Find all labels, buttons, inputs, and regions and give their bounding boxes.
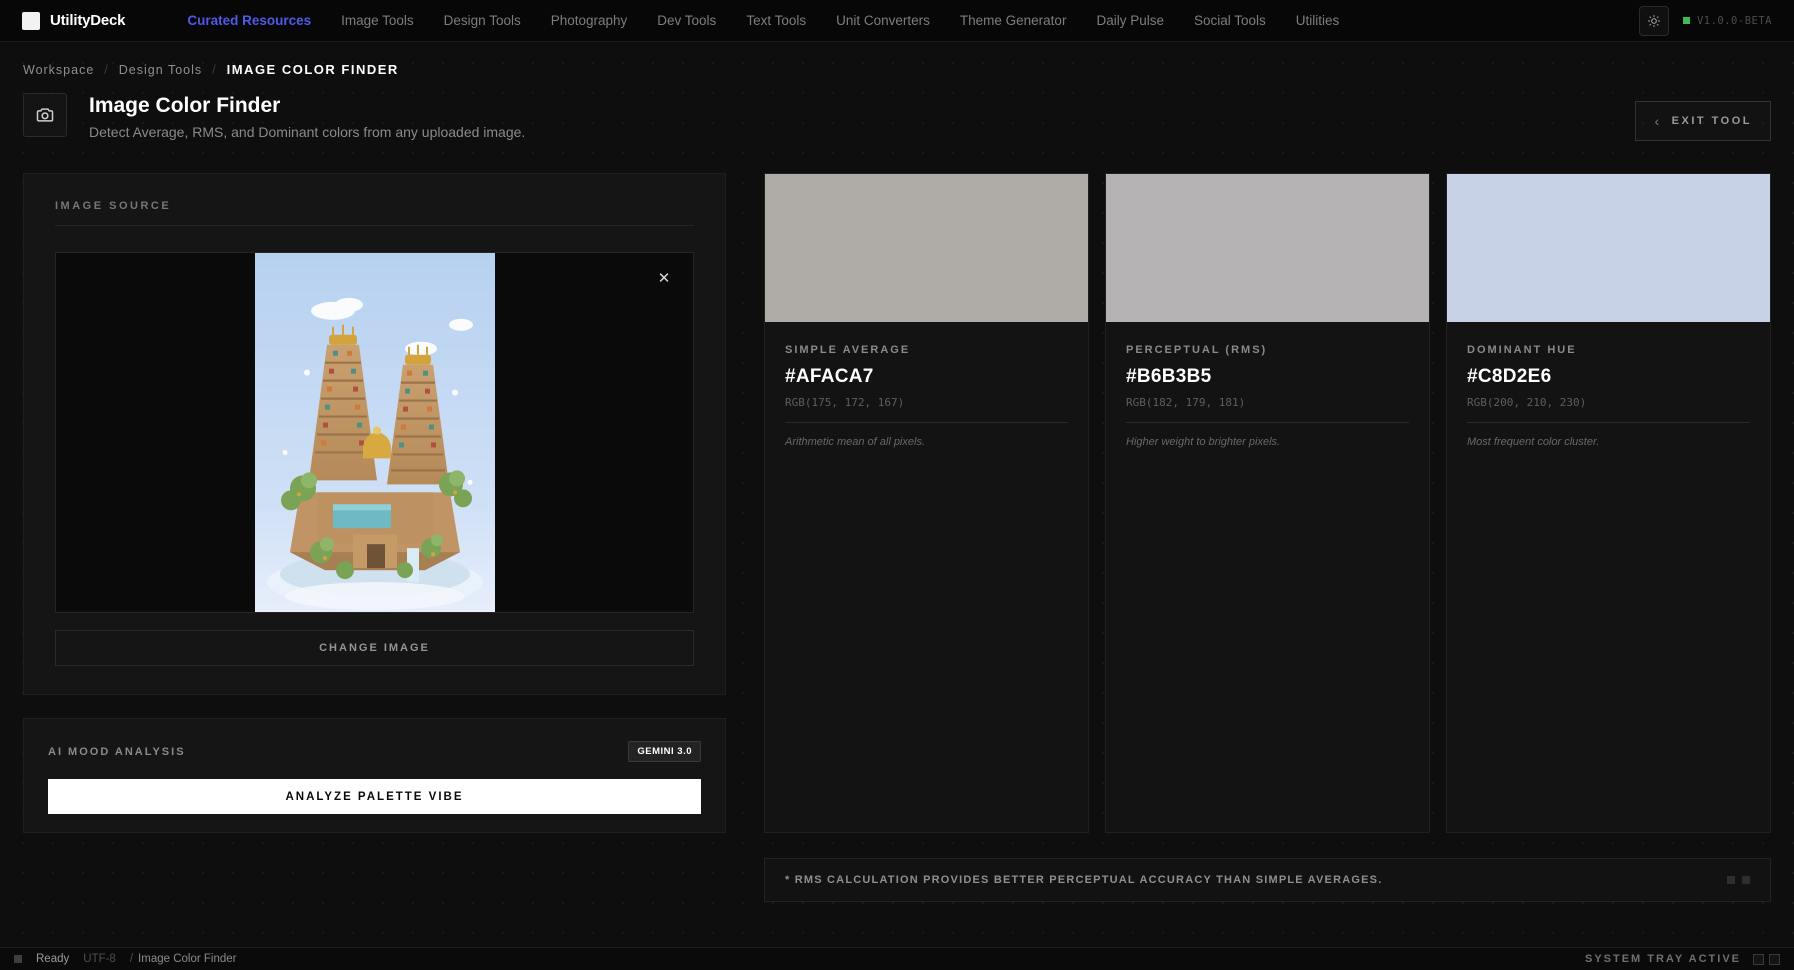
gemini-badge: GEMINI 3.0 <box>628 741 701 762</box>
nav-item-utilities[interactable]: Utilities <box>1296 13 1340 28</box>
rgb-value: RGB(182, 179, 181) <box>1126 396 1409 423</box>
sun-icon <box>1647 14 1661 28</box>
tray-icons[interactable] <box>1753 954 1780 965</box>
ai-mood-panel: AI MOOD ANALYSIS GEMINI 3.0 ANALYZE PALE… <box>23 718 726 833</box>
nav-item-design-tools[interactable]: Design Tools <box>444 13 521 28</box>
page-subtitle: Detect Average, RMS, and Dominant colors… <box>89 124 525 140</box>
change-image-button[interactable]: CHANGE IMAGE <box>55 630 694 666</box>
result-card-perceptual-rms: PERCEPTUAL (RMS) #B6B3B5 RGB(182, 179, 1… <box>1105 173 1430 833</box>
main-nav: Curated Resources Image Tools Design Tools… <box>187 13 1639 28</box>
card-description: Arithmetic mean of all pixels. <box>785 436 1068 448</box>
exit-tool-label: EXIT TOOL <box>1672 115 1752 127</box>
card-label: DOMINANT HUE <box>1467 344 1750 356</box>
result-card-simple-average: SIMPLE AVERAGE #AFACA7 RGB(175, 172, 167… <box>764 173 1089 833</box>
status-dot-icon <box>1683 17 1690 24</box>
nav-item-daily-pulse[interactable]: Daily Pulse <box>1096 13 1164 28</box>
tray-square-icon <box>1753 954 1764 965</box>
breadcrumb-separator: / <box>212 63 216 77</box>
breadcrumb-design-tools[interactable]: Design Tools <box>119 63 202 77</box>
footnote-decoration-icon <box>1727 876 1750 884</box>
nav-item-image-tools[interactable]: Image Tools <box>341 13 414 28</box>
status-left: Ready UTF-8 / Image Color Finder <box>14 953 236 965</box>
close-icon: ✕ <box>658 269 671 287</box>
image-source-title: IMAGE SOURCE <box>55 200 694 226</box>
analyze-palette-button[interactable]: ANALYZE PALETTE VIBE <box>48 779 701 814</box>
top-nav: UtilityDeck Curated Resources Image Tools… <box>0 0 1794 42</box>
status-tool-separator: / <box>130 953 133 965</box>
nav-item-text-tools[interactable]: Text Tools <box>746 13 806 28</box>
right-column: SIMPLE AVERAGE #AFACA7 RGB(175, 172, 167… <box>764 173 1771 902</box>
version-label: V1.0.0-BETA <box>1697 15 1772 27</box>
hex-value: #C8D2E6 <box>1467 366 1750 388</box>
brand[interactable]: UtilityDeck <box>22 12 125 30</box>
nav-item-unit-converters[interactable]: Unit Converters <box>836 13 930 28</box>
status-bar: Ready UTF-8 / Image Color Finder SYSTEM T… <box>0 947 1794 970</box>
page-title: Image Color Finder <box>89 93 525 118</box>
card-description: Most frequent color cluster. <box>1467 436 1750 448</box>
image-preview-box: ✕ <box>55 252 694 613</box>
rms-footnote: * RMS CALCULATION PROVIDES BETTER PERCEP… <box>764 858 1771 902</box>
status-right: SYSTEM TRAY ACTIVE <box>1585 953 1780 965</box>
color-swatch <box>1106 174 1429 322</box>
tool-icon-box <box>23 93 67 137</box>
footnote-text: * RMS CALCULATION PROVIDES BETTER PERCEP… <box>785 874 1382 886</box>
ai-panel-header: AI MOOD ANALYSIS GEMINI 3.0 <box>48 741 701 762</box>
nav-item-dev-tools[interactable]: Dev Tools <box>657 13 716 28</box>
exit-tool-button[interactable]: ‹ EXIT TOOL <box>1635 101 1771 141</box>
nav-item-curated-resources[interactable]: Curated Resources <box>187 13 311 28</box>
ai-panel-title: AI MOOD ANALYSIS <box>48 746 186 758</box>
tray-square-icon <box>1769 954 1780 965</box>
breadcrumb-workspace[interactable]: Workspace <box>23 63 94 77</box>
rgb-value: RGB(175, 172, 167) <box>785 396 1068 423</box>
breadcrumb: Workspace / Design Tools / IMAGE COLOR F… <box>23 62 1771 77</box>
app-window: UtilityDeck Curated Resources Image Tools… <box>0 0 1794 970</box>
card-description: Higher weight to brighter pixels. <box>1126 436 1409 448</box>
status-ready: Ready <box>36 953 69 965</box>
nav-item-social-tools[interactable]: Social Tools <box>1194 13 1266 28</box>
card-label: PERCEPTUAL (RMS) <box>1126 344 1409 356</box>
nav-item-theme-generator[interactable]: Theme Generator <box>960 13 1067 28</box>
left-column: IMAGE SOURCE <box>23 173 726 902</box>
main-area: Workspace / Design Tools / IMAGE COLOR F… <box>0 42 1794 947</box>
image-source-panel: IMAGE SOURCE <box>23 173 726 695</box>
status-tool: / Image Color Finder <box>130 953 237 965</box>
nav-item-photography[interactable]: Photography <box>551 13 628 28</box>
card-info: SIMPLE AVERAGE #AFACA7 RGB(175, 172, 167… <box>765 322 1088 470</box>
hex-value: #B6B3B5 <box>1126 366 1409 388</box>
camera-icon <box>35 105 55 125</box>
theme-toggle-button[interactable] <box>1639 6 1669 36</box>
page-title-block: Image Color Finder Detect Average, RMS, … <box>89 93 525 140</box>
breadcrumb-separator: / <box>104 63 108 77</box>
brand-name: UtilityDeck <box>50 12 125 29</box>
nav-right: V1.0.0-BETA <box>1639 6 1772 36</box>
card-info: DOMINANT HUE #C8D2E6 RGB(200, 210, 230) … <box>1447 322 1770 470</box>
remove-image-button[interactable]: ✕ <box>651 265 677 291</box>
ready-dot-icon <box>14 955 22 963</box>
status-encoding: UTF-8 <box>83 953 116 965</box>
color-swatch <box>765 174 1088 322</box>
rgb-value: RGB(200, 210, 230) <box>1467 396 1750 423</box>
card-info: PERCEPTUAL (RMS) #B6B3B5 RGB(182, 179, 1… <box>1106 322 1429 470</box>
status-tool-name: Image Color Finder <box>138 953 236 965</box>
content: IMAGE SOURCE <box>23 173 1771 902</box>
brand-logo-icon <box>22 12 40 30</box>
system-tray-label: SYSTEM TRAY ACTIVE <box>1585 953 1741 965</box>
color-swatch <box>1447 174 1770 322</box>
chevron-left-icon: ‹ <box>1654 113 1661 129</box>
breadcrumb-current: IMAGE COLOR FINDER <box>227 62 399 77</box>
card-label: SIMPLE AVERAGE <box>785 344 1068 356</box>
uploaded-image-preview <box>255 253 495 612</box>
page-header: Image Color Finder Detect Average, RMS, … <box>23 93 1771 141</box>
hex-value: #AFACA7 <box>785 366 1068 388</box>
version-indicator: V1.0.0-BETA <box>1683 15 1772 27</box>
result-cards: SIMPLE AVERAGE #AFACA7 RGB(175, 172, 167… <box>764 173 1771 833</box>
result-card-dominant-hue: DOMINANT HUE #C8D2E6 RGB(200, 210, 230) … <box>1446 173 1771 833</box>
